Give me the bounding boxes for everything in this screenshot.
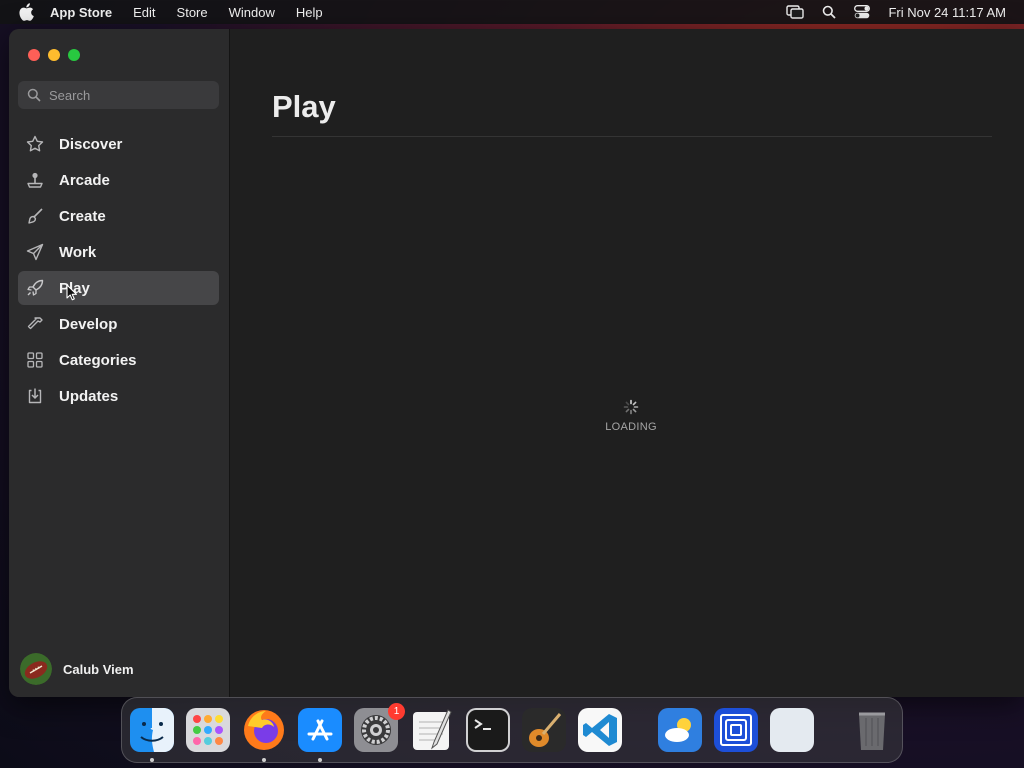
dock-trash[interactable] xyxy=(850,708,894,752)
sidebar-item-discover[interactable]: Discover xyxy=(18,127,219,161)
sidebar-item-arcade[interactable]: Arcade xyxy=(18,163,219,197)
finder-icon xyxy=(130,708,174,752)
dock-garageband[interactable] xyxy=(522,708,566,752)
sidebar-item-updates[interactable]: Updates xyxy=(18,379,219,413)
sidebar: Search Discover Arcade Create Work Play … xyxy=(9,29,230,697)
running-indicator xyxy=(318,758,322,762)
dock-terminal[interactable] xyxy=(466,708,510,752)
dock-app-store[interactable] xyxy=(298,708,342,762)
dock-weather[interactable] xyxy=(658,708,702,752)
terminal-icon xyxy=(466,708,510,752)
loading-label: LOADING xyxy=(605,421,657,433)
textedit-icon xyxy=(413,709,452,750)
dock-launchpad[interactable] xyxy=(186,708,230,752)
close-window-button[interactable] xyxy=(28,49,40,61)
notification-badge: 1 xyxy=(388,703,405,720)
vscode-icon xyxy=(578,708,622,752)
menu-store[interactable]: Store xyxy=(177,5,208,20)
paperplane-icon xyxy=(26,243,44,261)
apple-menu-icon[interactable] xyxy=(18,3,36,21)
rocket-icon xyxy=(26,279,44,297)
firefox-icon xyxy=(244,710,284,750)
sidebar-item-play[interactable]: Play xyxy=(18,271,219,305)
zoom-window-button[interactable] xyxy=(68,49,80,61)
dock-vscode[interactable] xyxy=(578,708,622,752)
weather-icon xyxy=(658,708,702,752)
sidebar-item-label: Updates xyxy=(59,387,119,405)
running-indicator xyxy=(150,758,154,762)
sidebar-item-label: Arcade xyxy=(59,171,110,189)
dock-firefox[interactable] xyxy=(242,708,286,762)
sidebar-item-develop[interactable]: Develop xyxy=(18,307,219,341)
user-name: Calub Viem xyxy=(63,661,134,677)
joystick-icon xyxy=(26,171,44,189)
preview-icon xyxy=(770,708,814,752)
search-field[interactable]: Search xyxy=(18,81,219,109)
app-store-window: Search Discover Arcade Create Work Play … xyxy=(9,29,1024,697)
screen-sharing-icon xyxy=(714,708,758,752)
menu-clock[interactable]: Fri Nov 24 11:17 AM xyxy=(888,5,1006,20)
hammer-icon xyxy=(26,315,44,333)
search-icon xyxy=(27,88,41,102)
sidebar-item-create[interactable]: Create xyxy=(18,199,219,233)
menu-help[interactable]: Help xyxy=(296,5,323,20)
download-icon xyxy=(26,387,44,405)
screen-mirroring-icon[interactable] xyxy=(786,5,805,19)
avatar xyxy=(20,653,52,685)
sidebar-item-work[interactable]: Work xyxy=(18,235,219,269)
spinner-icon xyxy=(623,399,639,415)
menu-app-name[interactable]: App Store xyxy=(50,5,112,20)
guitar-icon xyxy=(522,708,566,752)
window-controls xyxy=(28,49,80,61)
star-icon xyxy=(26,135,44,153)
spotlight-search-icon[interactable] xyxy=(822,5,837,19)
sidebar-item-label: Create xyxy=(59,207,106,225)
minimize-window-button[interactable] xyxy=(48,49,60,61)
dock-screen-sharing[interactable] xyxy=(714,708,758,752)
dock-system-settings[interactable]: 1 xyxy=(354,703,405,752)
dock-textedit[interactable] xyxy=(410,708,454,752)
running-indicator xyxy=(262,758,266,762)
app-store-icon xyxy=(298,708,342,752)
sidebar-item-categories[interactable]: Categories xyxy=(18,343,219,377)
dock-finder[interactable] xyxy=(130,708,174,762)
trash-icon xyxy=(859,712,885,750)
search-placeholder: Search xyxy=(49,87,91,103)
control-center-icon[interactable] xyxy=(854,5,871,19)
menu-window[interactable]: Window xyxy=(229,5,275,20)
grid-icon xyxy=(26,351,44,369)
dock: 1 xyxy=(121,697,903,763)
sidebar-nav: Discover Arcade Create Work Play Develop… xyxy=(18,127,219,415)
page-title: Play xyxy=(272,89,336,124)
sidebar-item-label: Discover xyxy=(59,135,123,153)
main-content: Play LOADING xyxy=(231,29,1024,697)
paintbrush-icon xyxy=(26,207,44,225)
menu-edit[interactable]: Edit xyxy=(133,5,155,20)
title-divider xyxy=(272,136,992,137)
sidebar-item-label: Categories xyxy=(59,351,137,369)
launchpad-icon xyxy=(186,708,230,752)
sidebar-item-label: Work xyxy=(59,243,97,261)
loading-indicator: LOADING xyxy=(586,399,676,433)
dock-preview[interactable] xyxy=(770,708,814,752)
sidebar-item-label: Develop xyxy=(59,315,118,333)
menu-bar: App Store Edit Store Window Help Fri Nov… xyxy=(0,0,1024,24)
account-button[interactable]: Calub Viem xyxy=(20,653,134,685)
mouse-pointer-icon xyxy=(66,284,78,306)
